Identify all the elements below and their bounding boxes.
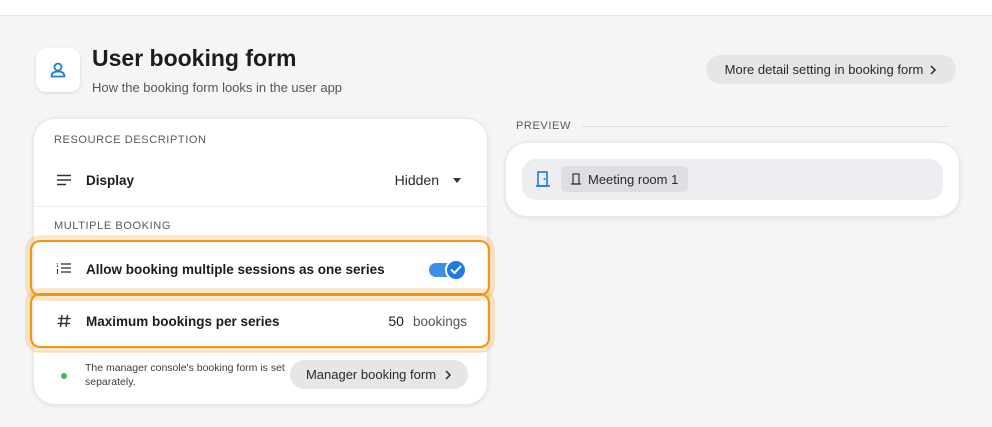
manager-booking-form-label: Manager booking form: [305, 367, 437, 382]
max-bookings-value: 50: [388, 313, 404, 329]
display-value: Hidden: [394, 172, 439, 188]
manager-note-row: The manager console's booking form is se…: [34, 359, 487, 393]
meeting-room-chip: Meeting room 1: [561, 166, 689, 192]
chevron-right-icon: [930, 64, 937, 75]
caret-down-icon: [453, 177, 461, 183]
display-label: Display: [86, 172, 135, 188]
manager-note-text: The manager console's booking form is se…: [85, 362, 285, 388]
page-subtitle: How the booking form looks in the user a…: [92, 80, 343, 95]
meeting-room-label: Meeting room 1: [588, 171, 679, 187]
display-row: Display Hidden: [34, 154, 487, 206]
top-bar: [0, 0, 992, 16]
hash-icon: [54, 311, 74, 331]
user-icon: [36, 48, 80, 92]
booking-settings-card: RESOURCE DESCRIPTION Display Hidden MULT…: [33, 118, 488, 405]
allow-series-label: Allow booking multiple sessions as one s…: [86, 261, 385, 277]
resource-description-section-label: RESOURCE DESCRIPTION: [54, 134, 207, 146]
divider: [34, 351, 487, 352]
multiple-booking-section-label: MULTIPLE BOOKING: [54, 220, 171, 232]
max-bookings-row: Maximum bookings per series 50 bookings: [34, 295, 487, 347]
allow-series-row: 1 Allow booking multiple sessions as one…: [34, 243, 487, 295]
preview-divider: [582, 126, 948, 127]
svg-text:1: 1: [56, 263, 59, 269]
door-icon: [536, 171, 550, 192]
door-icon: [571, 173, 581, 185]
more-detail-settings-button[interactable]: More detail setting in booking form: [706, 55, 956, 84]
chevron-right-icon: [445, 369, 452, 380]
page-title: User booking form: [92, 45, 297, 71]
max-bookings-label: Maximum bookings per series: [86, 313, 280, 329]
numbered-list-icon: 1: [54, 259, 74, 279]
max-bookings-unit: bookings: [412, 314, 467, 329]
preview-card: Meeting room 1: [505, 142, 960, 217]
preview-resource-field: Meeting room 1: [522, 159, 943, 200]
checkmark-icon: [445, 259, 467, 281]
max-bookings-field[interactable]: 50 bookings: [388, 313, 467, 329]
status-dot: [61, 373, 67, 379]
lines-icon: [54, 170, 74, 190]
display-select[interactable]: Hidden: [395, 172, 467, 188]
more-detail-settings-label: More detail setting in booking form: [724, 62, 924, 77]
divider: [34, 206, 487, 207]
preview-label: PREVIEW: [516, 120, 571, 132]
allow-series-toggle[interactable]: [429, 259, 467, 281]
manager-booking-form-button[interactable]: Manager booking form: [290, 360, 468, 389]
